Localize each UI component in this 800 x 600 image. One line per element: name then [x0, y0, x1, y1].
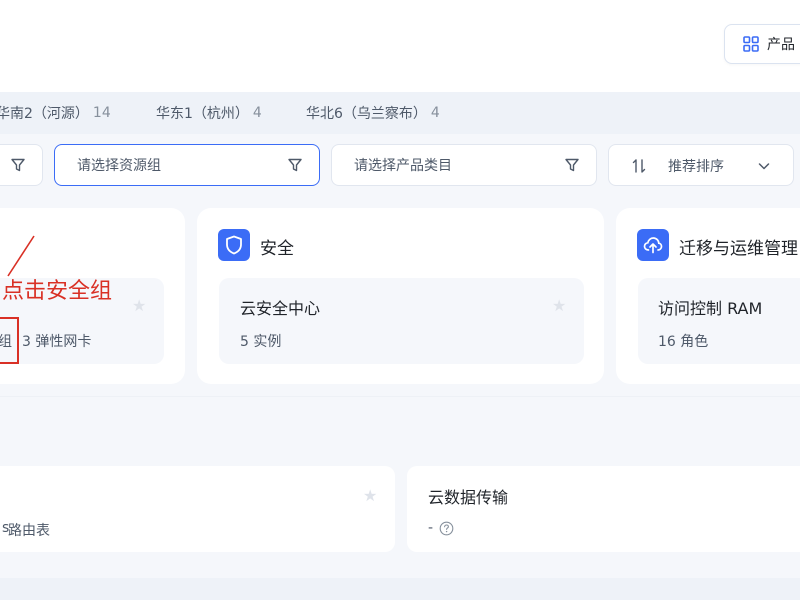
product-stat: 路由表	[8, 523, 50, 539]
product-item[interactable]	[219, 278, 584, 364]
filter-icon	[288, 158, 302, 172]
star-icon[interactable]: ★	[552, 296, 566, 315]
sort-select[interactable]: 推荐排序	[608, 144, 794, 186]
category-title: 安全	[260, 239, 294, 259]
product-item[interactable]	[407, 466, 800, 552]
star-icon[interactable]: ★	[132, 296, 146, 315]
filter-dropdown[interactable]	[0, 144, 43, 186]
region-tab[interactable]: 华南2（河源） 14	[0, 92, 111, 134]
annotation-text: 点击安全组	[2, 279, 113, 304]
product-category-placeholder: 请选择产品类目	[354, 158, 452, 174]
cloud-upload-icon	[637, 229, 669, 261]
question-icon[interactable]	[439, 521, 454, 536]
filter-icon	[11, 158, 25, 172]
resource-group-select[interactable]: 请选择资源组	[54, 144, 320, 186]
product-name: 云安全中心	[240, 299, 321, 318]
star-icon[interactable]: ★	[363, 486, 377, 505]
shield-icon	[218, 229, 250, 261]
product-stat: 16 角色	[658, 334, 709, 350]
product-stat: 3 弹性网卡	[22, 334, 92, 350]
region-count: 4	[430, 105, 440, 121]
resource-group-placeholder: 请选择资源组	[77, 158, 161, 174]
products-button[interactable]: 产品	[724, 24, 800, 64]
region-count: 4	[252, 105, 262, 121]
region-tab[interactable]: 华北6（乌兰察布） 4	[306, 92, 440, 134]
region-label: 华东1（杭州）	[156, 106, 249, 122]
category-title: 迁移与运维管理	[679, 239, 798, 259]
products-button-label: 产品	[767, 37, 795, 53]
filter-icon	[565, 158, 579, 172]
region-count: 14	[92, 105, 111, 121]
region-label: 华南2（河源）	[0, 106, 89, 122]
product-item[interactable]	[638, 278, 800, 364]
product-name: 云数据传输	[428, 488, 509, 507]
chevron-down-icon	[758, 163, 770, 170]
annotation-highlight-box	[0, 317, 19, 364]
product-item[interactable]	[0, 466, 395, 552]
product-name: 访问控制 RAM	[658, 299, 763, 318]
sort-label: 推荐排序	[668, 159, 724, 175]
grid-icon	[743, 36, 759, 52]
region-tab[interactable]: 华东1（杭州） 4	[156, 92, 262, 134]
section-divider	[0, 396, 800, 397]
product-category-select[interactable]: 请选择产品类目	[331, 144, 597, 186]
sort-icon	[632, 159, 646, 173]
top-header	[0, 0, 800, 92]
product-stat: -	[428, 520, 434, 536]
region-label: 华北6（乌兰察布）	[306, 106, 427, 122]
footer-strip	[0, 578, 800, 600]
product-stat: 5 实例	[240, 334, 282, 350]
